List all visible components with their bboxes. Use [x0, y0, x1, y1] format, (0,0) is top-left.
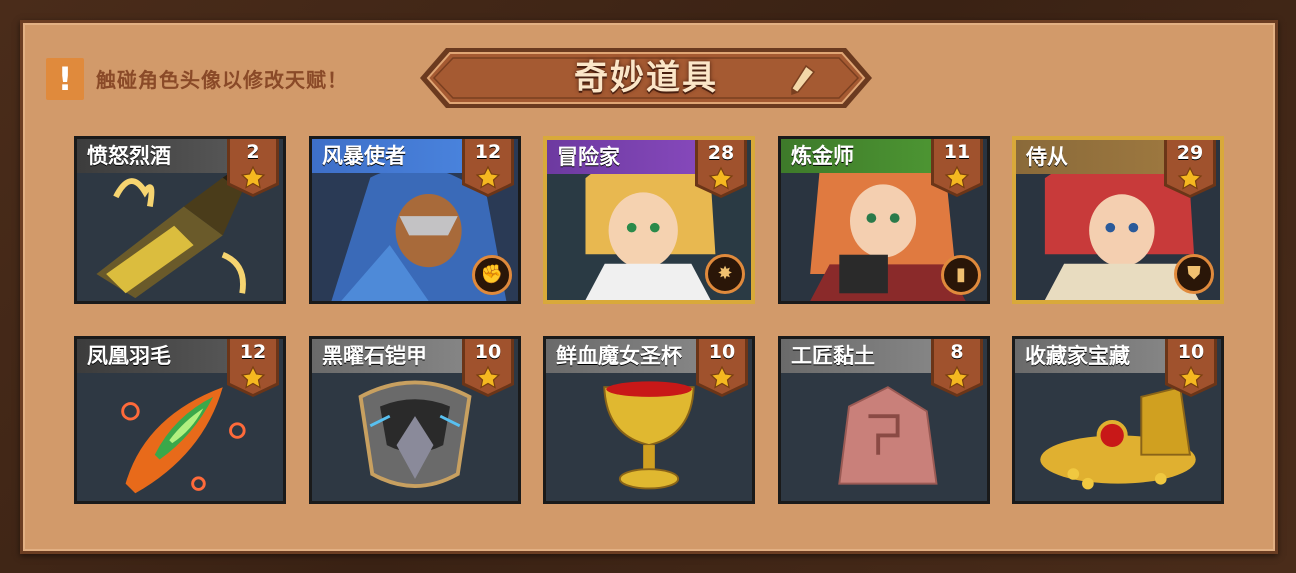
card-9[interactable]: 工匠黏土 8	[778, 336, 990, 504]
level-badge: 10	[1165, 339, 1217, 397]
level-number: 11	[943, 141, 971, 163]
warning-icon: !	[46, 58, 84, 100]
book-icon: ▮	[941, 255, 981, 295]
level-number: 8	[950, 341, 964, 363]
level-badge: 12	[462, 139, 514, 197]
shield-icon: ⛊	[1174, 254, 1214, 294]
level-badge: 10	[696, 339, 748, 397]
fist-icon: ✊	[472, 255, 512, 295]
level-badge: 28	[695, 140, 747, 198]
card-6[interactable]: 凤凰羽毛 12	[74, 336, 286, 504]
card-1[interactable]: 愤怒烈酒 2	[74, 136, 286, 304]
level-badge: 8	[931, 339, 983, 397]
pencil-icon[interactable]	[788, 64, 816, 96]
level-number: 10	[474, 341, 502, 363]
burst-icon: ✸	[705, 254, 745, 294]
card-10[interactable]: 收藏家宝藏 10	[1012, 336, 1224, 504]
level-badge: 12	[227, 339, 279, 397]
card-4[interactable]: 炼金师 11 ▮	[778, 136, 990, 304]
level-number: 10	[708, 341, 736, 363]
level-badge: 10	[462, 339, 514, 397]
level-badge: 2	[227, 139, 279, 197]
level-badge: 11	[931, 139, 983, 197]
card-5[interactable]: 侍从 29 ⛊	[1012, 136, 1224, 304]
card-2[interactable]: 风暴使者 12 ✊	[309, 136, 521, 304]
level-number: 29	[1176, 142, 1204, 164]
level-number: 2	[246, 141, 260, 163]
level-badge: 29	[1164, 140, 1216, 198]
level-number: 12	[239, 341, 267, 363]
card-3[interactable]: 冒险家 28 ✸	[543, 136, 755, 304]
card-7[interactable]: 黑曜石铠甲 10	[309, 336, 521, 504]
level-number: 12	[474, 141, 502, 163]
hint-text: 触碰角色头像以修改天赋！	[96, 68, 348, 92]
level-number: 10	[1177, 341, 1205, 363]
card-8[interactable]: 鲜血魔女圣杯 10	[543, 336, 755, 504]
level-number: 28	[707, 142, 735, 164]
